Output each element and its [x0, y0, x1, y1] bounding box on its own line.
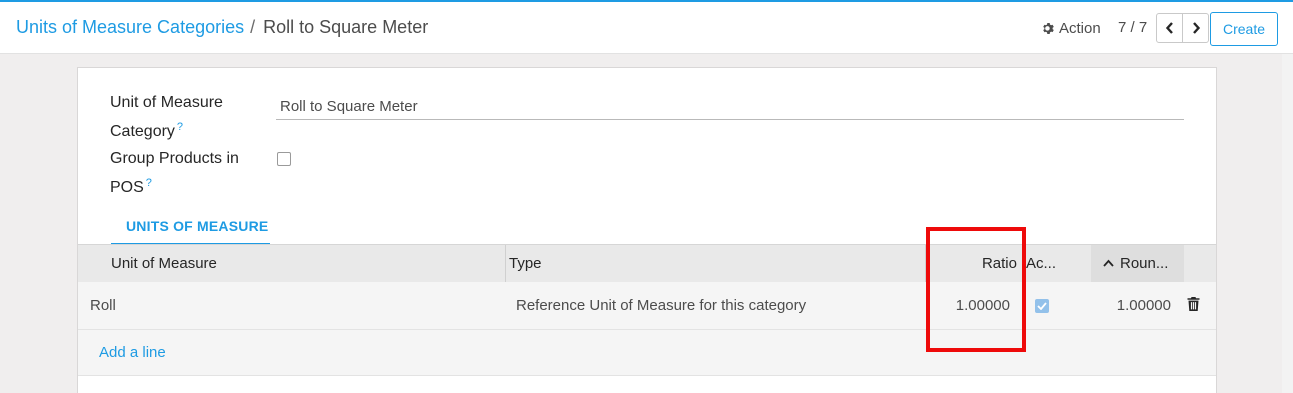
- breadcrumb-parent-link[interactable]: Units of Measure Categories: [16, 17, 244, 37]
- checkmark-icon: [1037, 302, 1047, 310]
- category-help-icon[interactable]: ?: [177, 121, 183, 133]
- pager-previous-button[interactable]: [1156, 13, 1183, 43]
- group-pos-field-label: Group Products in POS?: [110, 147, 260, 200]
- column-header-active[interactable]: Ac...: [1026, 245, 1060, 283]
- group-pos-label-text: Group Products in POS: [110, 150, 239, 196]
- action-label: Action: [1059, 19, 1101, 37]
- column-header-unit-of-measure[interactable]: Unit of Measure: [111, 245, 501, 283]
- chevron-right-icon: [1192, 22, 1200, 34]
- category-label-text: Unit of Measure Category: [110, 94, 223, 140]
- gear-icon: [1043, 22, 1054, 34]
- page-scrollbar[interactable]: [1282, 54, 1293, 393]
- pager-value[interactable]: 7 / 7: [1118, 19, 1147, 36]
- sort-ascending-icon: [1103, 259, 1114, 267]
- category-name-input[interactable]: [276, 94, 1184, 120]
- category-field-label: Unit of Measure Category?: [110, 91, 260, 144]
- add-line-link[interactable]: Add a line: [99, 330, 166, 376]
- column-header-rounding[interactable]: Roun...: [1091, 245, 1184, 283]
- cell-type[interactable]: Reference Unit of Measure for this categ…: [516, 282, 806, 330]
- cell-rounding[interactable]: 1.00000: [1091, 282, 1171, 330]
- group-pos-help-icon[interactable]: ?: [146, 177, 152, 189]
- breadcrumb-separator: /: [250, 17, 256, 37]
- ratio-highlight-annotation: [926, 227, 1026, 352]
- rounding-header-label: Roun...: [1120, 255, 1169, 272]
- control-panel: Units of Measure Categories / Roll to Squa…: [0, 2, 1293, 54]
- create-button[interactable]: Create: [1210, 12, 1278, 46]
- chevron-left-icon: [1165, 22, 1173, 34]
- cell-active-checkbox[interactable]: [1035, 299, 1049, 313]
- group-pos-checkbox[interactable]: [277, 152, 291, 166]
- column-divider[interactable]: [505, 245, 506, 283]
- form-sheet: Unit of Measure Category? Group Products…: [77, 67, 1217, 393]
- table-header: Unit of Measure Type Ratio Ac... Roun...: [78, 244, 1216, 283]
- table-row[interactable]: Roll Reference Unit of Measure for this …: [78, 282, 1216, 330]
- column-header-type[interactable]: Type: [509, 245, 909, 283]
- cell-unit-of-measure[interactable]: Roll: [90, 282, 116, 330]
- tab-units-of-measure[interactable]: UNITS OF MEASURE: [111, 206, 270, 244]
- action-menu-button[interactable]: Action: [1042, 17, 1101, 39]
- breadcrumb: Units of Measure Categories / Roll to Squa…: [16, 16, 428, 38]
- uom-table: Unit of Measure Type Ratio Ac... Roun...…: [78, 244, 1216, 376]
- trash-icon[interactable]: [1187, 297, 1200, 311]
- breadcrumb-current: Roll to Square Meter: [263, 17, 429, 37]
- pager-next-button[interactable]: [1182, 13, 1209, 43]
- add-line-row: Add a line: [78, 330, 1216, 376]
